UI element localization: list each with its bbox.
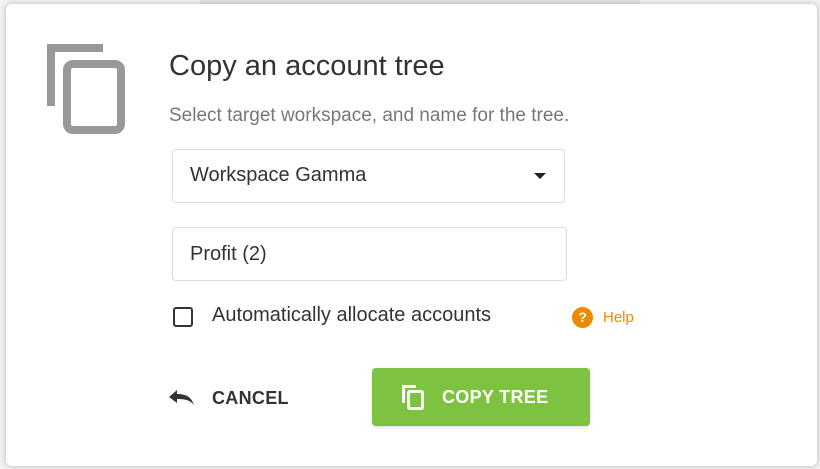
copy-icon: [47, 44, 125, 134]
workspace-select-value: Workspace Gamma: [190, 164, 367, 186]
cancel-button[interactable]: CANCEL: [166, 380, 289, 416]
undo-icon: [169, 390, 194, 405]
copy-tree-dialog: Copy an account tree Select target works…: [6, 4, 817, 466]
help-label: Help: [603, 308, 634, 326]
help-link[interactable]: ? Help: [572, 306, 634, 328]
cancel-label: CANCEL: [212, 387, 289, 408]
caret-down-icon: [534, 173, 546, 179]
help-icon: ?: [572, 306, 593, 328]
auto-allocate-checkbox[interactable]: [173, 307, 193, 327]
dialog-subtitle: Select target workspace, and name for th…: [169, 105, 570, 126]
tree-name-input[interactable]: [172, 227, 567, 281]
copy-tree-button[interactable]: COPY TREE: [372, 368, 590, 426]
workspace-select[interactable]: Workspace Gamma: [172, 149, 565, 203]
copy-icon: [402, 385, 424, 410]
dialog-title: Copy an account tree: [169, 50, 445, 82]
copy-tree-label: COPY TREE: [442, 386, 549, 407]
auto-allocate-label[interactable]: Automatically allocate accounts: [212, 304, 491, 327]
